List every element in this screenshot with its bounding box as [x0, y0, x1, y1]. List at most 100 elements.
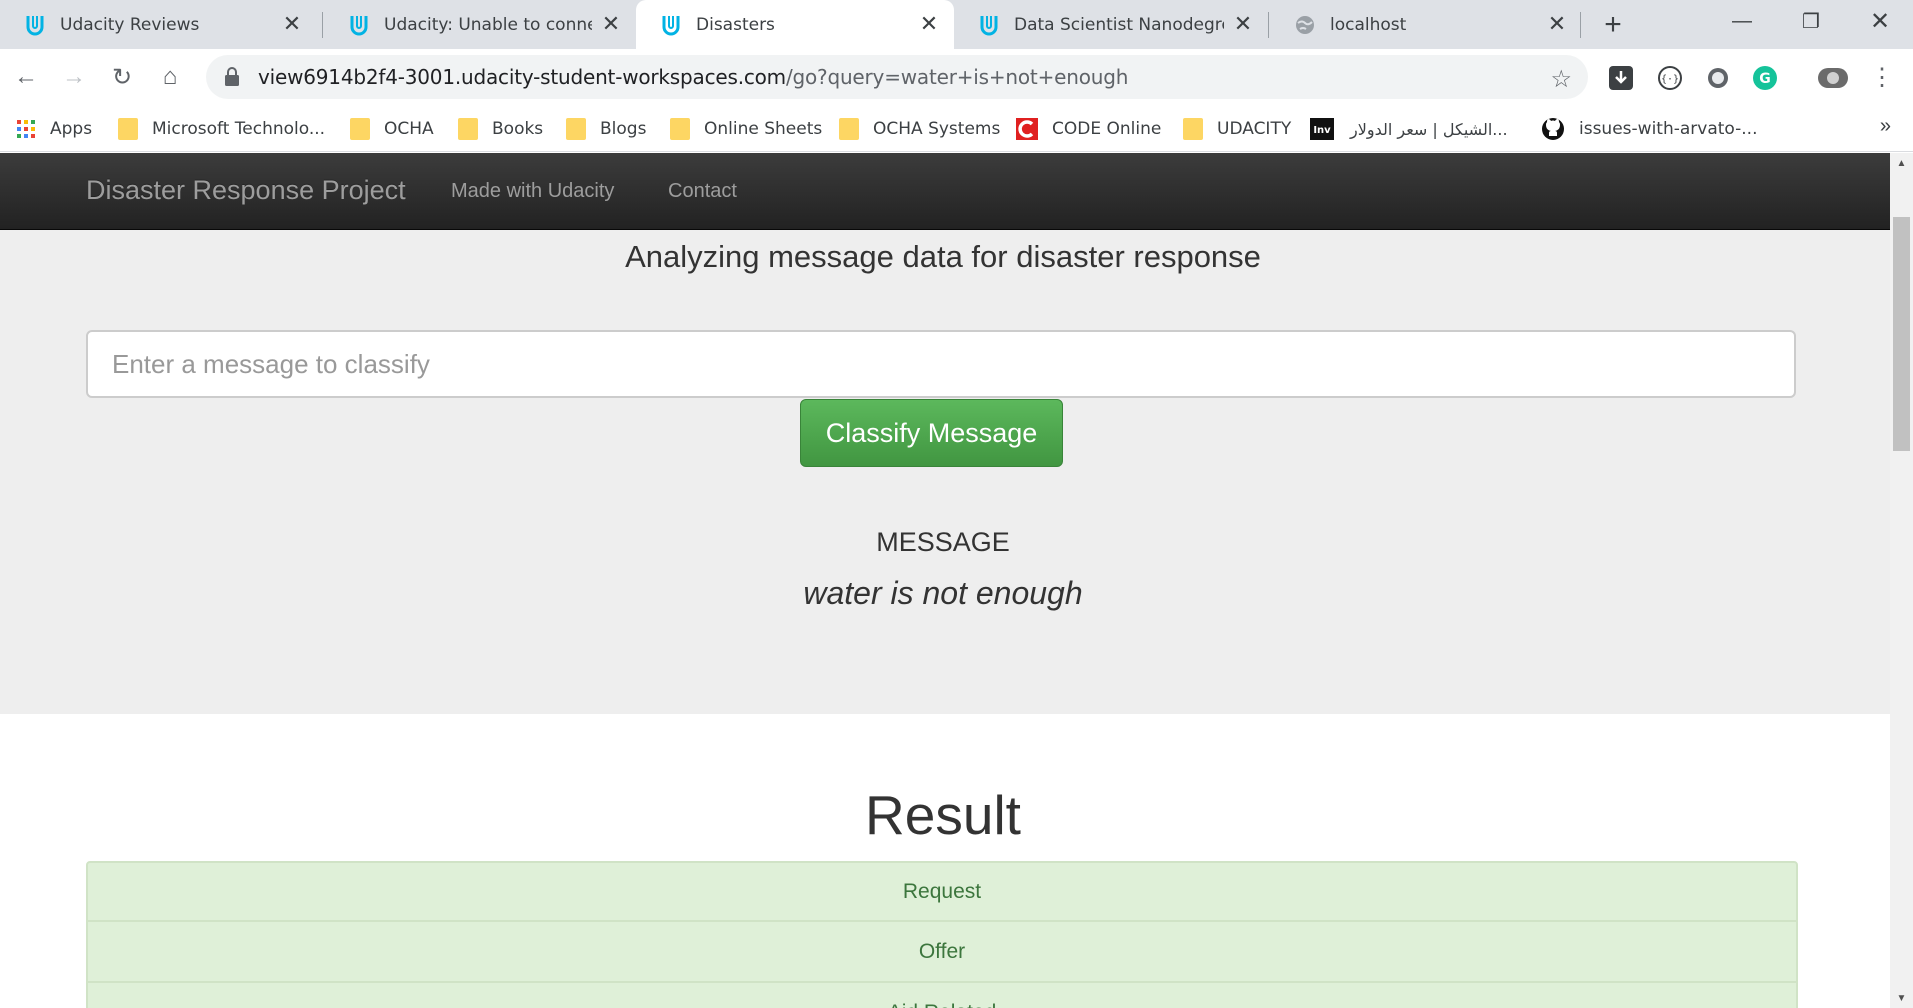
bookmark-microsoft-technolo[interactable]: Microsoft Technolo... [118, 115, 325, 143]
bookmark-code-online[interactable]: CODE Online [1016, 115, 1161, 143]
result-heading: Result [865, 784, 1021, 846]
tab-title: Udacity Reviews [60, 14, 200, 35]
close-window-icon[interactable]: ✕ [1848, 0, 1912, 42]
bookmark-ocha-systems[interactable]: OCHA Systems [839, 115, 1000, 143]
nav-contact[interactable]: Contact [668, 180, 737, 203]
bookmarks-overflow-icon[interactable]: » [1880, 115, 1891, 138]
bookmark-label: Books [492, 119, 544, 139]
bookmark-udacity[interactable]: UDACITY [1183, 115, 1291, 143]
tab-title: Disasters [696, 14, 775, 35]
bookmarks-bar: Apps Microsoft Technolo... OCHA Books Bl… [0, 105, 1913, 152]
tab-title: localhost [1330, 14, 1407, 35]
restore-icon[interactable]: ❐ [1779, 0, 1843, 42]
tab-separator [322, 12, 323, 38]
close-icon[interactable]: ✕ [281, 12, 303, 37]
bookmark-label: Online Sheets [704, 119, 823, 139]
close-icon[interactable]: ✕ [600, 12, 622, 37]
result-list: Request Offer Aid Related [86, 861, 1798, 1008]
download-extension-icon[interactable] [1606, 63, 1636, 93]
site-navbar: Disaster Response Project Made with Udac… [0, 153, 1890, 230]
reload-icon[interactable]: ↻ [104, 59, 140, 95]
folder-icon [458, 118, 478, 140]
close-icon[interactable]: ✕ [1546, 12, 1568, 37]
browser-toolbar: ← → ↻ ⌂ view6914b2f4-3001.udacity-studen… [0, 49, 1913, 105]
minimize-icon[interactable]: — [1710, 0, 1774, 42]
forward-arrow-icon[interactable]: → [56, 59, 92, 95]
url-host: view6914b2f4-3001.udacity-student-worksp… [258, 65, 786, 89]
bookmark-books[interactable]: Books [458, 115, 543, 143]
bookmark-issues-with-arvato[interactable]: issues-with-arvato-... [1541, 115, 1757, 143]
code-online-icon [1016, 118, 1038, 140]
bookmark-label: OCHA Systems [873, 119, 1001, 139]
bookmark-label: UDACITY [1217, 119, 1292, 139]
globe-icon [1292, 12, 1318, 38]
tab-udacity-reviews[interactable]: Udacity Reviews ✕ [0, 0, 317, 49]
page-subtitle: Analyzing message data for disaster resp… [625, 239, 1261, 274]
folder-icon [670, 118, 690, 140]
folder-icon [1183, 118, 1203, 140]
scroll-down-arrow-icon[interactable]: ▼ [1890, 988, 1913, 1008]
result-item-aid-related: Aid Related [86, 983, 1798, 1008]
address-bar[interactable]: view6914b2f4-3001.udacity-student-worksp… [206, 55, 1588, 99]
result-item-request: Request [86, 861, 1798, 922]
message-input[interactable] [86, 330, 1796, 398]
url-path: /go?query=water+is+not+enough [785, 65, 1129, 89]
github-icon [1542, 118, 1564, 140]
menu-kebab-icon[interactable]: ⋮ [1864, 59, 1900, 95]
tab-localhost[interactable]: localhost ✕ [1270, 0, 1582, 49]
new-tab-plus-icon[interactable]: + [1596, 8, 1630, 42]
classify-message-button[interactable]: Classify Message [800, 399, 1063, 467]
udacity-icon [22, 12, 48, 38]
tab-udacity-unable[interactable]: Udacity: Unable to connect ✕ [324, 0, 636, 49]
bookmark-shekel-dollar[interactable]: Inv الشيكل | سعر الدولار... [1310, 115, 1508, 143]
back-arrow-icon[interactable]: ← [8, 59, 44, 95]
close-icon[interactable]: ✕ [1232, 12, 1254, 37]
bookmark-label: issues-with-arvato-... [1579, 119, 1758, 139]
profile-avatar-icon[interactable] [1816, 63, 1850, 93]
udacity-icon [976, 12, 1002, 38]
folder-icon [350, 118, 370, 140]
bookmark-label: Blogs [600, 119, 647, 139]
result-item-offer: Offer [86, 922, 1798, 983]
tab-separator [1268, 12, 1269, 38]
home-icon[interactable]: ⌂ [152, 59, 188, 95]
message-label: MESSAGE [876, 527, 1010, 557]
message-text: water is not enough [803, 575, 1083, 611]
bookmark-label: CODE Online [1052, 119, 1162, 139]
bookmark-star-icon[interactable]: ☆ [1550, 65, 1572, 94]
page-viewport: Disaster Response Project Made with Udac… [0, 153, 1890, 1008]
scroll-thumb[interactable] [1893, 217, 1910, 451]
folder-icon [839, 118, 859, 140]
nav-made-with-udacity[interactable]: Made with Udacity [451, 180, 614, 203]
code-extension-icon[interactable]: {·} [1655, 63, 1685, 93]
page-scrollbar[interactable]: ▲ ▼ [1890, 153, 1913, 1008]
hero-section: Analyzing message data for disaster resp… [0, 230, 1890, 714]
dark-reader-extension-icon[interactable] [1703, 63, 1733, 93]
bookmark-label: الشيكل | سعر الدولار... [1350, 119, 1508, 139]
tab-title: Udacity: Unable to connect [384, 14, 592, 35]
lock-icon [225, 67, 239, 86]
tab-separator [1580, 12, 1581, 38]
folder-icon [566, 118, 586, 140]
svg-text:Inv: Inv [1313, 125, 1331, 136]
close-icon[interactable]: ✕ [918, 12, 940, 37]
bookmark-label: OCHA [384, 119, 434, 139]
bookmark-online-sheets[interactable]: Online Sheets [670, 115, 822, 143]
folder-icon [118, 118, 138, 140]
grammarly-icon[interactable]: G [1750, 63, 1780, 93]
svg-text:G: G [1759, 71, 1771, 87]
brand-link[interactable]: Disaster Response Project [86, 175, 406, 206]
bookmark-ocha[interactable]: OCHA [350, 115, 434, 143]
tab-title: Data Scientist Nanodegree [1014, 14, 1224, 35]
tab-disasters[interactable]: Disasters ✕ [636, 0, 954, 49]
inv-icon: Inv [1310, 118, 1334, 140]
udacity-icon [658, 12, 684, 38]
scroll-up-arrow-icon[interactable]: ▲ [1890, 153, 1913, 173]
tab-data-scientist[interactable]: Data Scientist Nanodegree ✕ [954, 0, 1268, 49]
svg-text:{·}: {·} [1661, 74, 1679, 85]
apps-grid-icon [17, 120, 35, 138]
bookmark-blogs[interactable]: Blogs [566, 115, 646, 143]
bookmark-apps[interactable]: Apps [16, 115, 92, 143]
bookmark-label: Apps [50, 119, 93, 139]
url-text: view6914b2f4-3001.udacity-student-worksp… [258, 65, 1128, 89]
